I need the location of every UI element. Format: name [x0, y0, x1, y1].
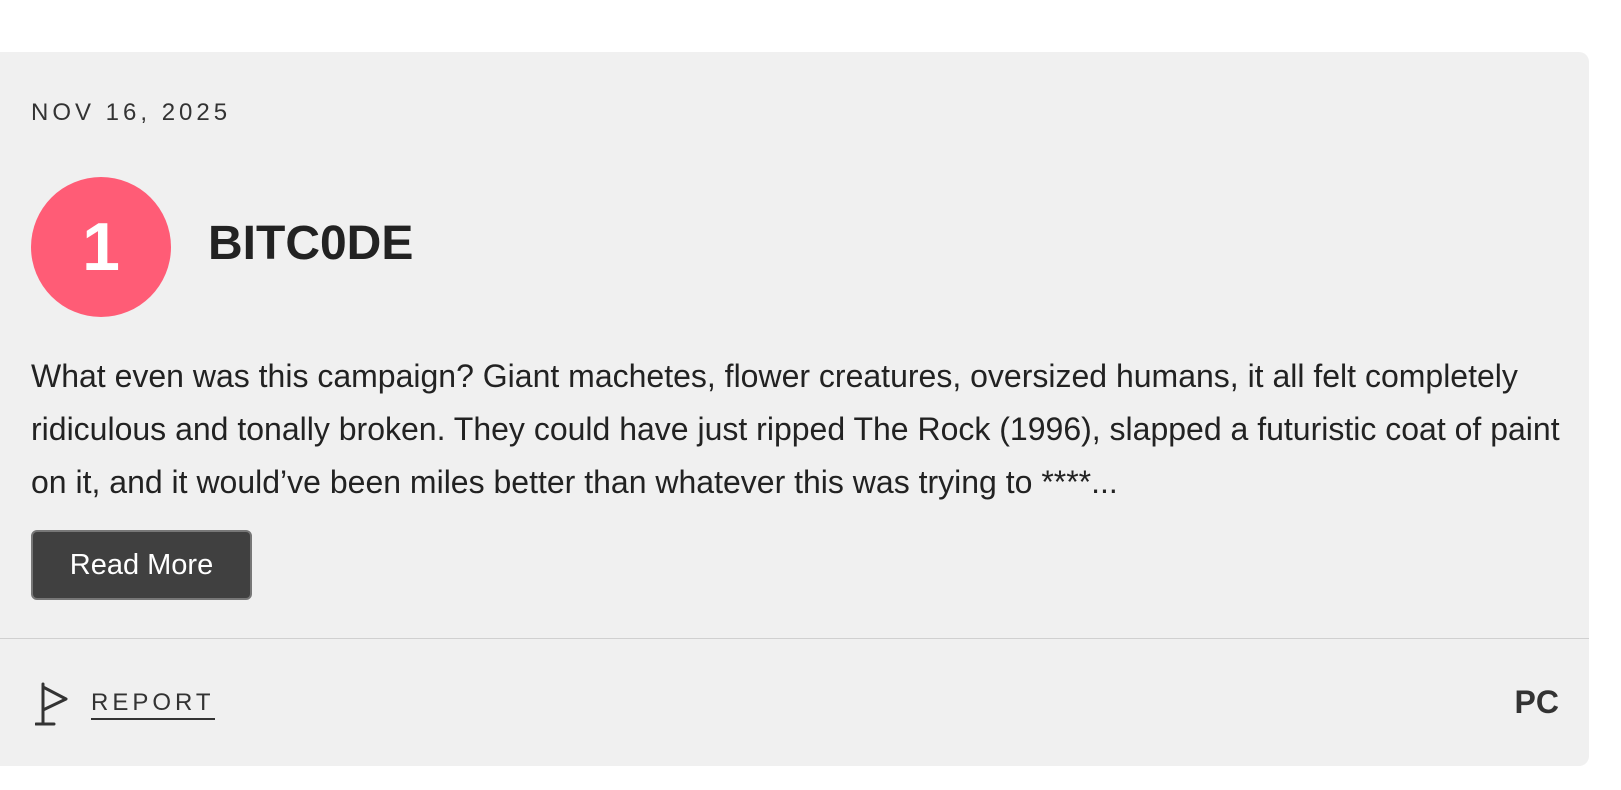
flag-icon	[35, 682, 68, 726]
platform-label: PC	[1514, 684, 1559, 720]
score-value: 1	[82, 209, 120, 285]
review-text: What even was this campaign? Giant mache…	[31, 358, 1560, 500]
review-card: NOV 16, 2025 1 BITC0DE What even was thi…	[0, 52, 1589, 766]
review-date: NOV 16, 2025	[31, 99, 232, 126]
divider	[0, 638, 1589, 639]
read-more-button[interactable]: Read More	[31, 530, 252, 600]
score-badge: 1	[31, 177, 171, 317]
report-link[interactable]: REPORT	[35, 680, 215, 728]
report-label: REPORT	[91, 689, 215, 720]
username[interactable]: BITC0DE	[208, 217, 413, 271]
